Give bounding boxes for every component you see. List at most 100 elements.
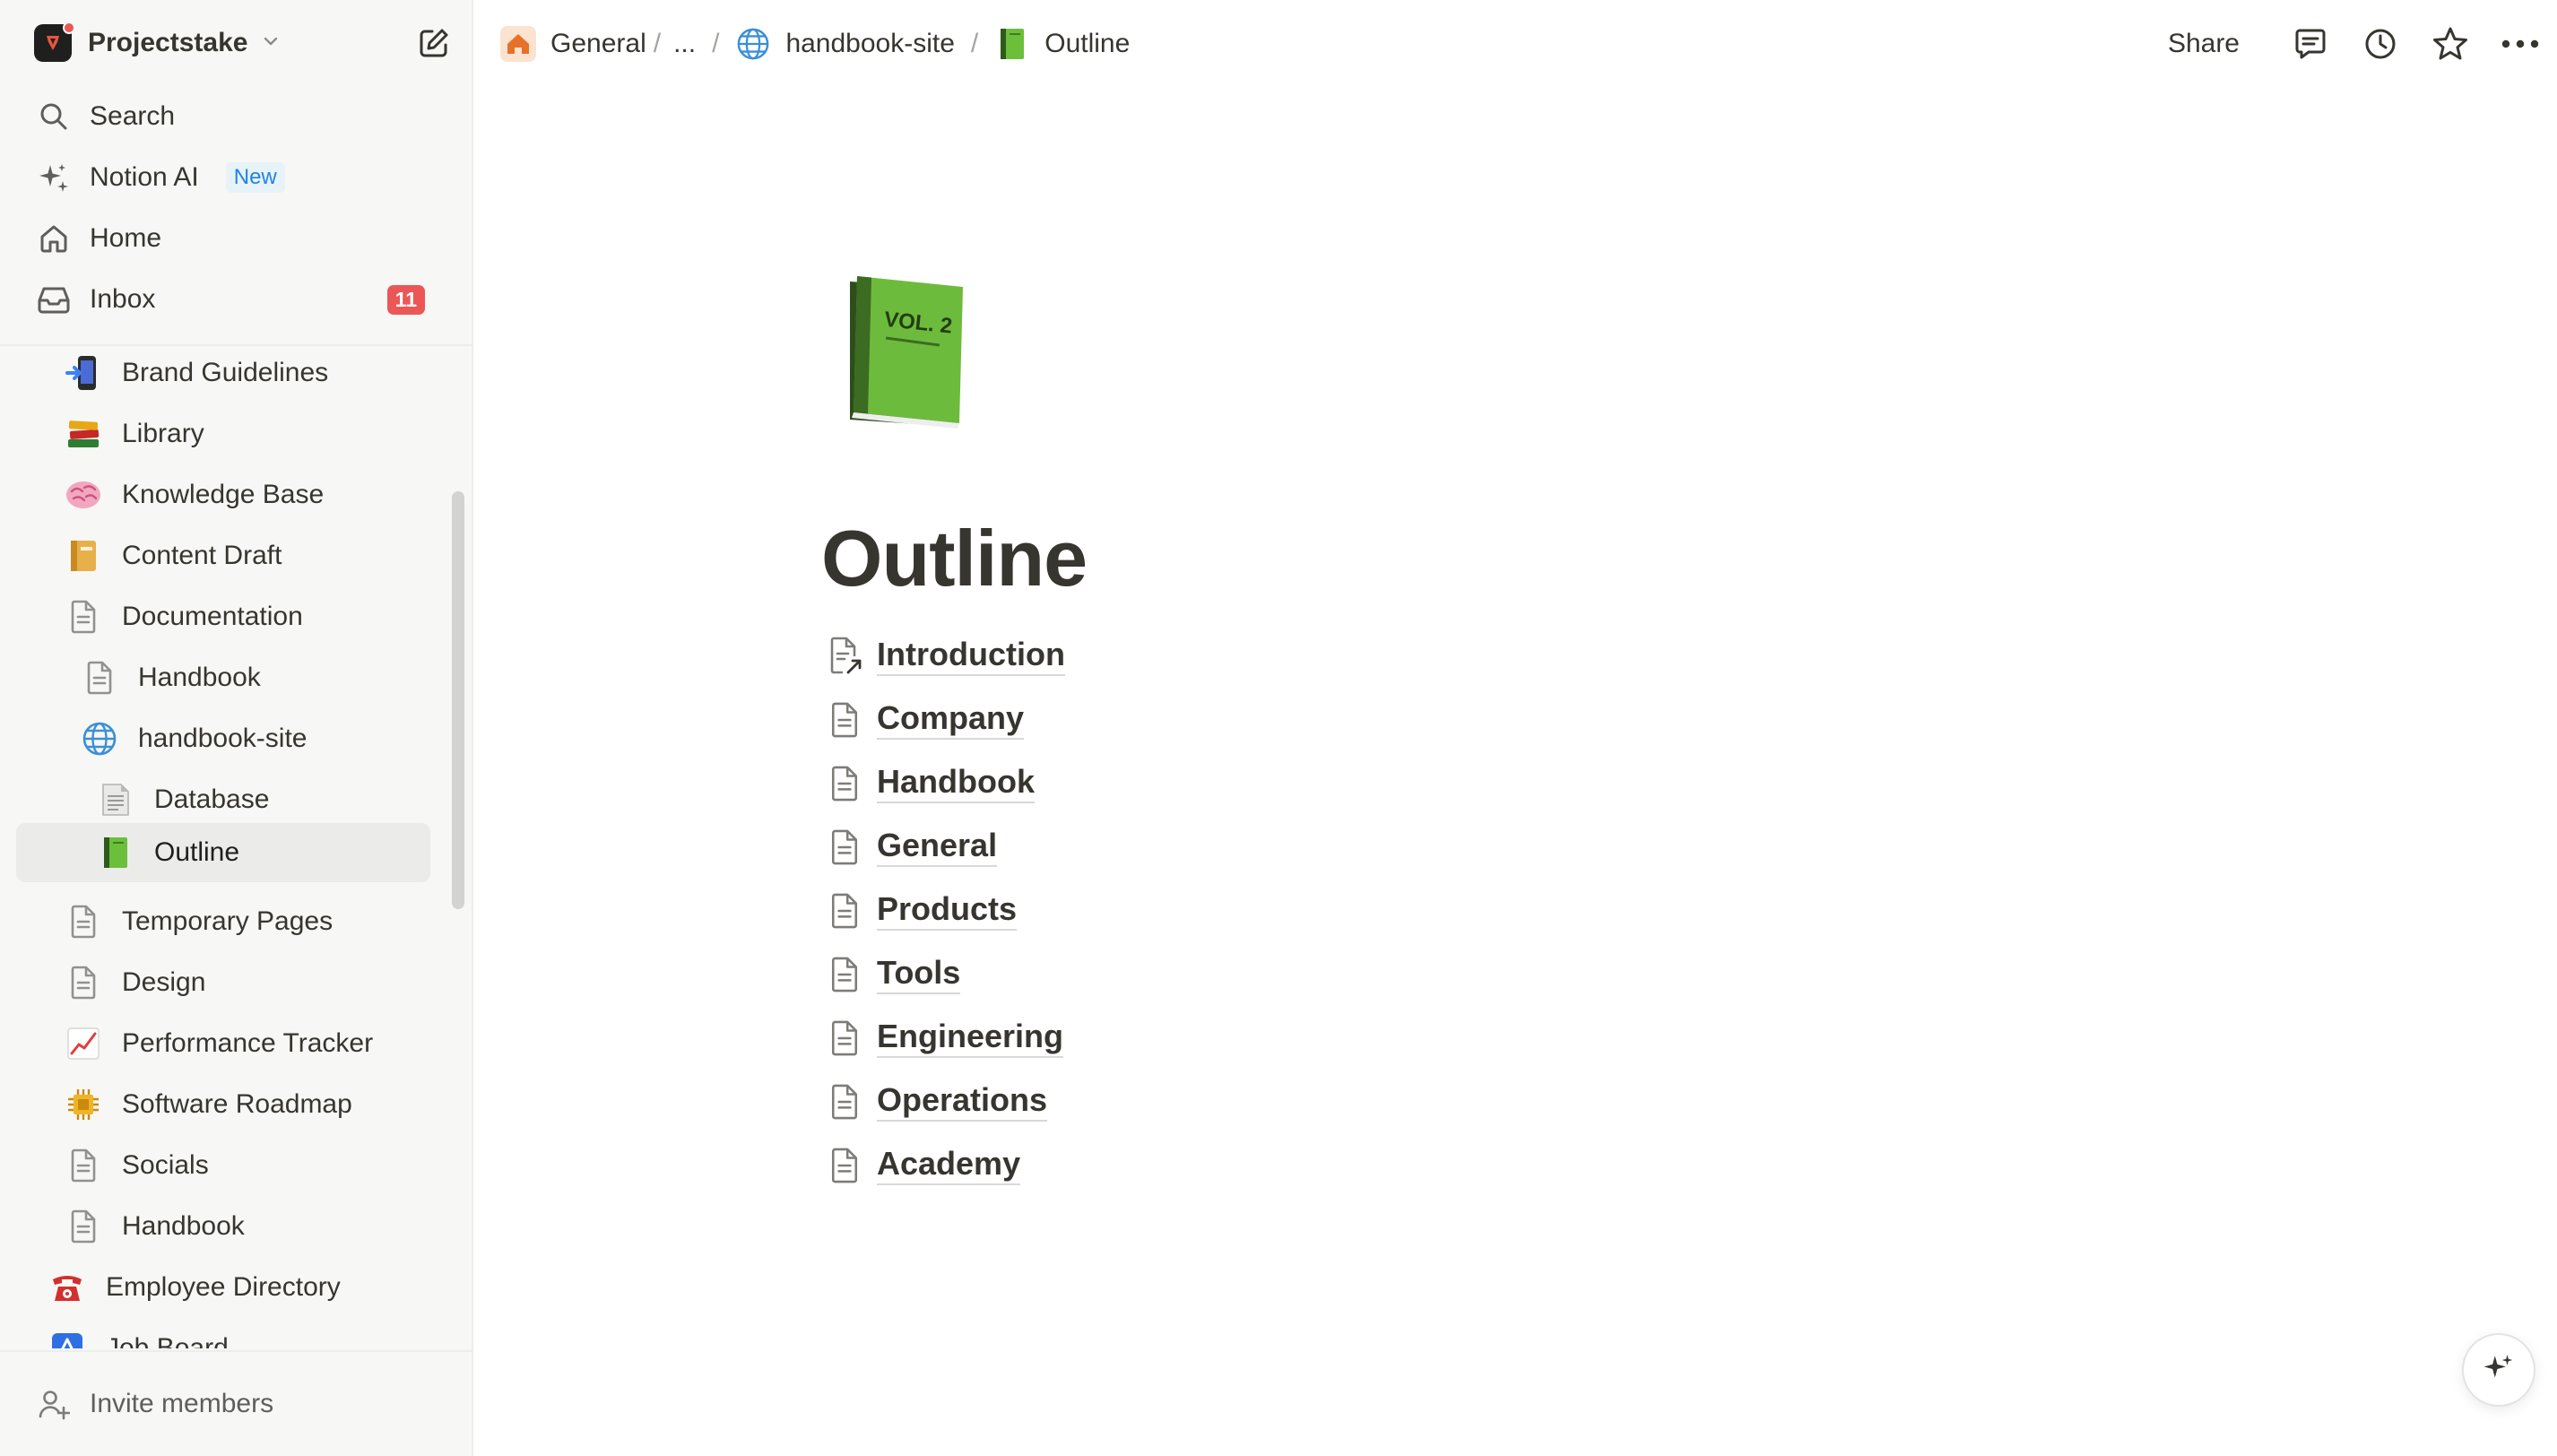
page-icon [821,1079,868,1125]
share-button[interactable]: Share [2155,18,2252,70]
subpage-link-introduction[interactable]: Introduction [821,624,1539,688]
sidebar-item-label: Temporary Pages [122,906,334,936]
subpage-label: Handbook [877,763,1035,804]
sidebar-item-content-draft[interactable]: Content Draft [63,529,472,583]
sidebar-scrollbar[interactable] [452,491,464,909]
sidebar-item-label: Database [154,784,270,814]
new-badge: New [225,162,285,193]
search-label: Search [90,101,176,131]
subpage-link-academy[interactable]: Academy [821,1133,1539,1197]
breadcrumb-separator: / [712,29,720,58]
more-options-icon[interactable] [2494,18,2546,70]
sidebar-home[interactable]: Home [16,212,457,265]
breadcrumb-handbook-site[interactable]: handbook-site [735,20,955,68]
blue-square-icon [47,1328,88,1348]
subpage-label: Operations [877,1081,1048,1122]
breadcrumb-general[interactable]: General [500,20,646,68]
page-icon [63,596,104,637]
subpage-link-products[interactable]: Products [821,879,1539,942]
breadcrumb-ellipsis[interactable]: ... [673,20,696,68]
page-icon [63,901,104,942]
sidebar-item-software-roadmap[interactable]: Software Roadmap [63,1078,472,1131]
sidebar-item-handbook-2[interactable]: Handbook [63,1200,472,1253]
star-icon[interactable] [2424,18,2476,70]
page-icon [821,760,868,807]
sidebar-inbox[interactable]: Inbox 11 [16,273,457,326]
subpage-label: Products [877,890,1018,932]
sidebar-item-label: Handbook [138,663,261,692]
subpage-link-tools[interactable]: Tools [821,942,1539,1006]
sidebar-item-brand-guidelines[interactable]: Brand Guidelines [63,346,472,400]
page-icon [821,1142,868,1189]
page-icon [63,1145,104,1186]
page-icon [821,1015,868,1062]
invite-members-button[interactable]: Invite members [16,1377,455,1431]
subpage-label: Tools [877,954,961,995]
green-book-icon [95,832,136,873]
sidebar-item-label: Job Board [106,1333,229,1348]
sidebar-notion-ai[interactable]: Notion AI New [16,151,457,204]
sidebar-item-label: Handbook [122,1211,245,1241]
telephone-icon [47,1267,88,1308]
subpage-link-general[interactable]: General [821,815,1539,879]
globe-icon [79,718,120,759]
breadcrumb-outline[interactable]: Outline [994,20,1130,68]
workspace-logo [34,22,75,62]
sidebar-item-socials[interactable]: Socials [63,1139,472,1192]
sidebar-item-temporary-pages[interactable]: Temporary Pages [63,895,472,949]
green-book-icon [994,26,1030,62]
sidebar-item-documentation[interactable]: Documentation [63,590,472,644]
page-icon [821,888,868,934]
inbox-icon [32,278,75,321]
sidebar-page-tree: Brand Guidelines Library Knowledge Base … [0,335,472,1348]
sidebar-item-handbook-site[interactable]: handbook-site [79,712,472,766]
house-icon [500,26,536,62]
page-title[interactable]: Outline [821,513,1088,604]
person-add-icon [32,1382,75,1426]
home-label: Home [90,223,162,253]
subpage-link-handbook[interactable]: Handbook [821,751,1539,815]
notion-ai-button[interactable] [2462,1333,2535,1407]
sidebar-item-knowledge-base[interactable]: Knowledge Base [63,468,472,522]
sidebar-item-outline[interactable]: Outline [16,823,430,882]
subpage-link-engineering[interactable]: Engineering [821,1006,1539,1070]
sidebar-item-performance-tracker[interactable]: Performance Tracker [63,1017,472,1070]
sidebar-item-label: handbook-site [138,724,308,753]
sidebar-item-label: Software Roadmap [122,1089,352,1119]
sidebar-divider [0,1350,472,1352]
new-page-icon[interactable] [412,22,455,65]
sidebar-item-employee-directory[interactable]: Employee Directory [47,1261,468,1314]
sparkle-icon [32,156,75,199]
clock-history-icon[interactable] [2354,18,2406,70]
page-link-icon [821,633,868,680]
comment-icon[interactable] [2284,18,2336,70]
sidebar-item-label: Socials [122,1150,209,1180]
subpage-label: Engineering [877,1018,1064,1059]
sidebar-item-handbook[interactable]: Handbook [79,651,472,705]
mobile-phone-arrow-icon [63,352,104,394]
sidebar: Projectstake Search Notion AI New Home I… [0,0,473,1456]
workspace-switcher[interactable]: Projectstake [18,14,455,72]
subpage-label: Company [877,699,1025,741]
globe-icon [735,26,771,62]
chevron-down-icon [260,30,282,56]
sidebar-item-design[interactable]: Design [63,956,472,1010]
ledger-icon [63,535,104,576]
sidebar-item-label: Brand Guidelines [122,358,329,387]
subpage-link-operations[interactable]: Operations [821,1070,1539,1133]
workspace-name: Projectstake [88,28,248,57]
sidebar-item-job-board[interactable]: Job Board [47,1322,468,1348]
sidebar-search[interactable]: Search [16,90,457,143]
page-icon [821,824,868,871]
subpage-link-company[interactable]: Company [821,688,1539,751]
inbox-count-badge: 11 [386,284,425,315]
page-facing-up-icon [95,779,136,820]
chip-icon [63,1084,104,1125]
page-icon-green-book[interactable]: VOL. 2 [832,269,972,434]
sidebar-item-database[interactable]: Database [95,773,472,827]
home-icon [32,217,75,260]
page-icon [63,1206,104,1247]
brain-icon [63,474,104,516]
sidebar-item-library[interactable]: Library [63,407,472,461]
chart-increasing-icon [63,1023,104,1064]
